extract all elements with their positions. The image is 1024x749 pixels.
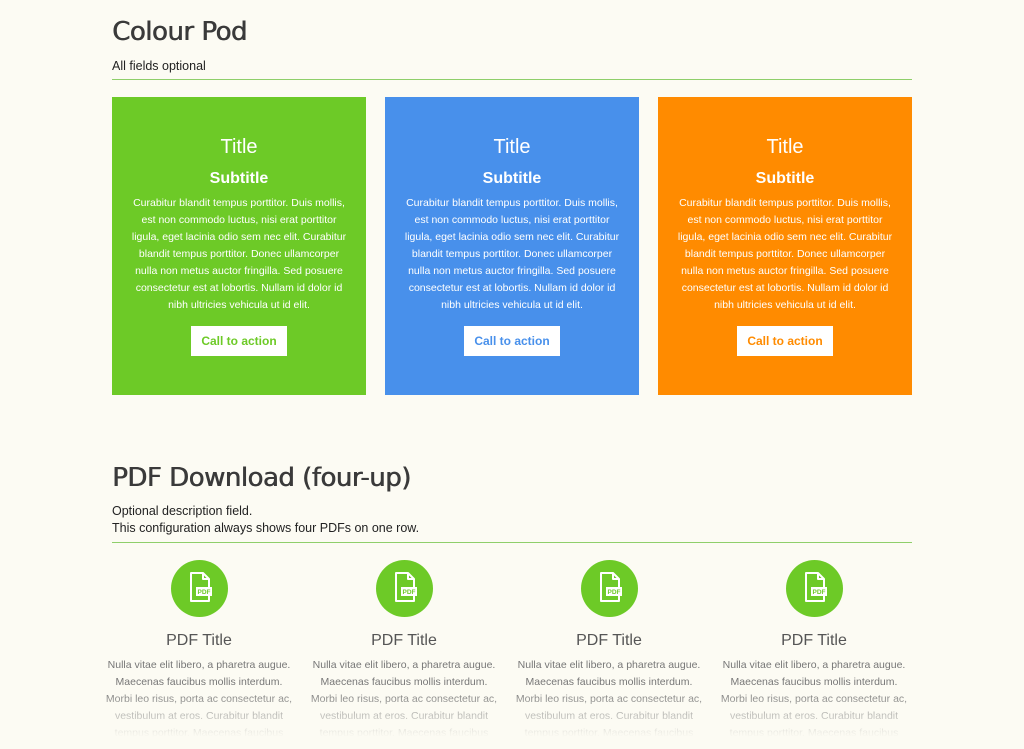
pdf-file-icon[interactable]: PDF [170, 560, 228, 617]
pdf-title[interactable]: PDF Title [514, 631, 704, 651]
pdf-item[interactable]: PDF PDF Title Nulla vitae elit libero, a… [719, 560, 909, 737]
pdf-badge: PDF [812, 589, 825, 596]
pdf-item[interactable]: PDF PDF Title Nulla vitae elit libero, a… [104, 560, 294, 737]
pdf-body: Nulla vitae elit libero, a pharetra augu… [310, 659, 498, 737]
pdf-item[interactable]: PDF PDF Title Nulla vitae elit libero, a… [309, 560, 499, 737]
pdf-body: Nulla vitae elit libero, a pharetra augu… [720, 659, 908, 737]
pdf-file-icon[interactable]: PDF [785, 560, 843, 617]
pdf-file-icon[interactable]: PDF [580, 560, 638, 617]
pdf-badge: PDF [607, 589, 620, 596]
pdf-download-description-line2: This configuration always shows four PDF… [112, 521, 420, 535]
pdf-title[interactable]: PDF Title [719, 631, 909, 651]
pdf-download-section: PDF Download (four-up) Optional descript… [106, 0, 912, 749]
pdf-download-heading: PDF Download (four-up) [112, 463, 411, 493]
pdf-badge: PDF [402, 589, 415, 596]
pdf-body: Nulla vitae elit libero, a pharetra augu… [105, 659, 293, 737]
pdf-file-icon[interactable]: PDF [375, 560, 433, 617]
pdf-item[interactable]: PDF PDF Title Nulla vitae elit libero, a… [514, 560, 704, 737]
pdf-download-description-line1: Optional description field. [112, 504, 253, 518]
pdf-body: Nulla vitae elit libero, a pharetra augu… [515, 659, 703, 737]
pdf-badge: PDF [197, 589, 210, 596]
pdf-title[interactable]: PDF Title [309, 631, 499, 651]
pdf-download-divider [112, 542, 912, 543]
pdf-title[interactable]: PDF Title [104, 631, 294, 651]
